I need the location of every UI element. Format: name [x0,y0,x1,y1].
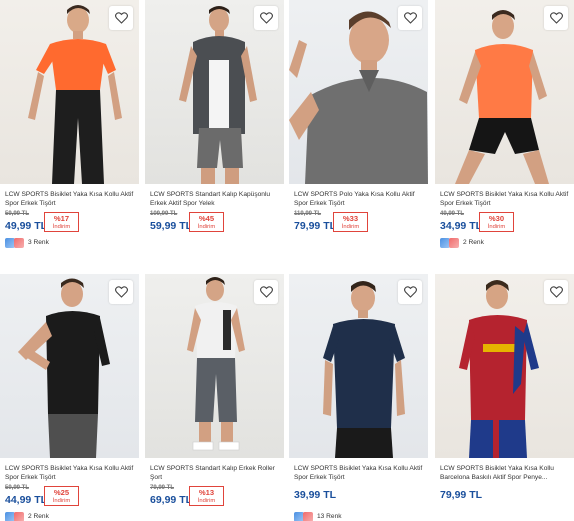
product-name[interactable]: LCW SPORTS Bisiklet Yaka Kısa Kollu Akti… [0,190,139,208]
heart-icon [114,286,128,298]
heart-icon [259,286,273,298]
heart-icon [549,286,563,298]
price-block: 79,99 TL [435,485,574,507]
favorite-button[interactable] [109,280,133,304]
current-price: 79,99 TL [440,489,483,501]
old-price: 59,99 TL [5,485,30,491]
product-card[interactable]: LCW SPORTS Bisiklet Yaka Kısa Kollu Barc… [435,274,574,507]
discount-percent: %13 [198,488,215,497]
discount-label: İndirim [341,224,360,230]
color-count: 2 Renk [463,239,484,246]
color-count: 2 Renk [28,513,49,520]
favorite-button[interactable] [254,280,278,304]
discount-percent: %25 [53,488,70,497]
current-price: 34,99 TL [440,220,483,232]
price-block: 59,99 TL 49,99 TL %17 İndirim [0,211,139,233]
heart-icon [259,12,273,24]
price-block: 49,99 TL 34,99 TL %30 İndirim [435,211,574,233]
product-image[interactable] [289,274,428,458]
discount-label: İndirim [52,498,71,504]
product-image[interactable] [145,0,284,184]
product-card[interactable]: LCW SPORTS Bisiklet Yaka Kısa Kollu Akti… [289,274,428,521]
discount-label: İndirim [197,224,216,230]
color-swatch-pink[interactable] [449,238,459,248]
favorite-button[interactable] [254,6,278,30]
product-name[interactable]: LCW SPORTS Bisiklet Yaka Kısa Kollu Akti… [435,190,574,208]
price-block: 119,99 TL 79,99 TL %33 İndirim [289,211,428,233]
product-name[interactable]: LCW SPORTS Standart Kalıp Kapüşonlu Erke… [145,190,284,208]
product-name[interactable]: LCW SPORTS Polo Yaka Kısa Kollu Aktif Sp… [289,190,428,208]
old-price: 109,99 TL [150,211,178,217]
product-image[interactable] [0,0,139,184]
color-count: 13 Renk [317,513,342,520]
color-options[interactable]: 3 Renk [0,238,139,250]
current-price: 39,99 TL [294,489,337,501]
color-swatch-pink[interactable] [14,512,24,521]
product-image[interactable] [289,0,428,184]
discount-percent: %33 [342,214,359,223]
discount-badge: %17 İndirim [44,212,79,232]
product-grid: LCW SPORTS Bisiklet Yaka Kısa Kollu Akti… [0,0,574,521]
favorite-button[interactable] [544,280,568,304]
product-name[interactable]: LCW SPORTS Bisiklet Yaka Kısa Kollu Barc… [435,464,574,482]
price-block: 79,99 TL 69,99 TL %13 İndirim [145,485,284,507]
color-options[interactable]: 2 Renk [435,238,574,250]
current-price: 69,99 TL [150,494,193,506]
current-price: 44,99 TL [5,494,48,506]
product-card[interactable]: LCW SPORTS Bisiklet Yaka Kısa Kollu Akti… [0,0,139,250]
color-swatch-pink[interactable] [303,512,313,521]
old-price: 49,99 TL [440,211,465,217]
product-image[interactable] [145,274,284,458]
heart-icon [403,12,417,24]
old-price: 79,99 TL [150,485,175,491]
color-swatch-pink[interactable] [14,238,24,248]
product-name[interactable]: LCW SPORTS Bisiklet Yaka Kısa Kollu Akti… [0,464,139,482]
current-price: 49,99 TL [5,220,48,232]
price-block: 59,99 TL 44,99 TL %25 İndirim [0,485,139,507]
product-name[interactable]: LCW SPORTS Standart Kalıp Erkek Roller Ş… [145,464,284,482]
product-image[interactable] [0,274,139,458]
old-price: 119,99 TL [294,211,322,217]
price-block: 39,99 TL [289,485,428,507]
discount-label: İndirim [487,224,506,230]
discount-label: İndirim [197,498,216,504]
product-card[interactable]: LCW SPORTS Standart Kalıp Kapüşonlu Erke… [145,0,284,233]
heart-icon [549,12,563,24]
product-name[interactable]: LCW SPORTS Bisiklet Yaka Kısa Kollu Akti… [289,464,428,482]
product-image[interactable] [435,0,574,184]
heart-icon [114,12,128,24]
favorite-button[interactable] [398,6,422,30]
favorite-button[interactable] [109,6,133,30]
old-price: 59,99 TL [5,211,30,217]
discount-percent: %45 [198,214,215,223]
current-price: 59,99 TL [150,220,193,232]
color-count: 3 Renk [28,239,49,246]
price-block: 109,99 TL 59,99 TL %45 İndirim [145,211,284,233]
discount-badge: %33 İndirim [333,212,368,232]
product-card[interactable]: LCW SPORTS Bisiklet Yaka Kısa Kollu Akti… [435,0,574,250]
product-card[interactable]: LCW SPORTS Polo Yaka Kısa Kollu Aktif Sp… [289,0,428,233]
product-card[interactable]: LCW SPORTS Bisiklet Yaka Kısa Kollu Akti… [0,274,139,521]
product-image[interactable] [435,274,574,458]
discount-badge: %25 İndirim [44,486,79,506]
favorite-button[interactable] [398,280,422,304]
discount-percent: %30 [488,214,505,223]
discount-badge: %30 İndirim [479,212,514,232]
discount-label: İndirim [52,224,71,230]
heart-icon [403,286,417,298]
color-options[interactable]: 13 Renk [289,512,428,521]
product-card[interactable]: LCW SPORTS Standart Kalıp Erkek Roller Ş… [145,274,284,507]
discount-percent: %17 [53,214,70,223]
current-price: 79,99 TL [294,220,337,232]
favorite-button[interactable] [544,6,568,30]
discount-badge: %45 İndirim [189,212,224,232]
discount-badge: %13 İndirim [189,486,224,506]
color-options[interactable]: 2 Renk [0,512,139,521]
